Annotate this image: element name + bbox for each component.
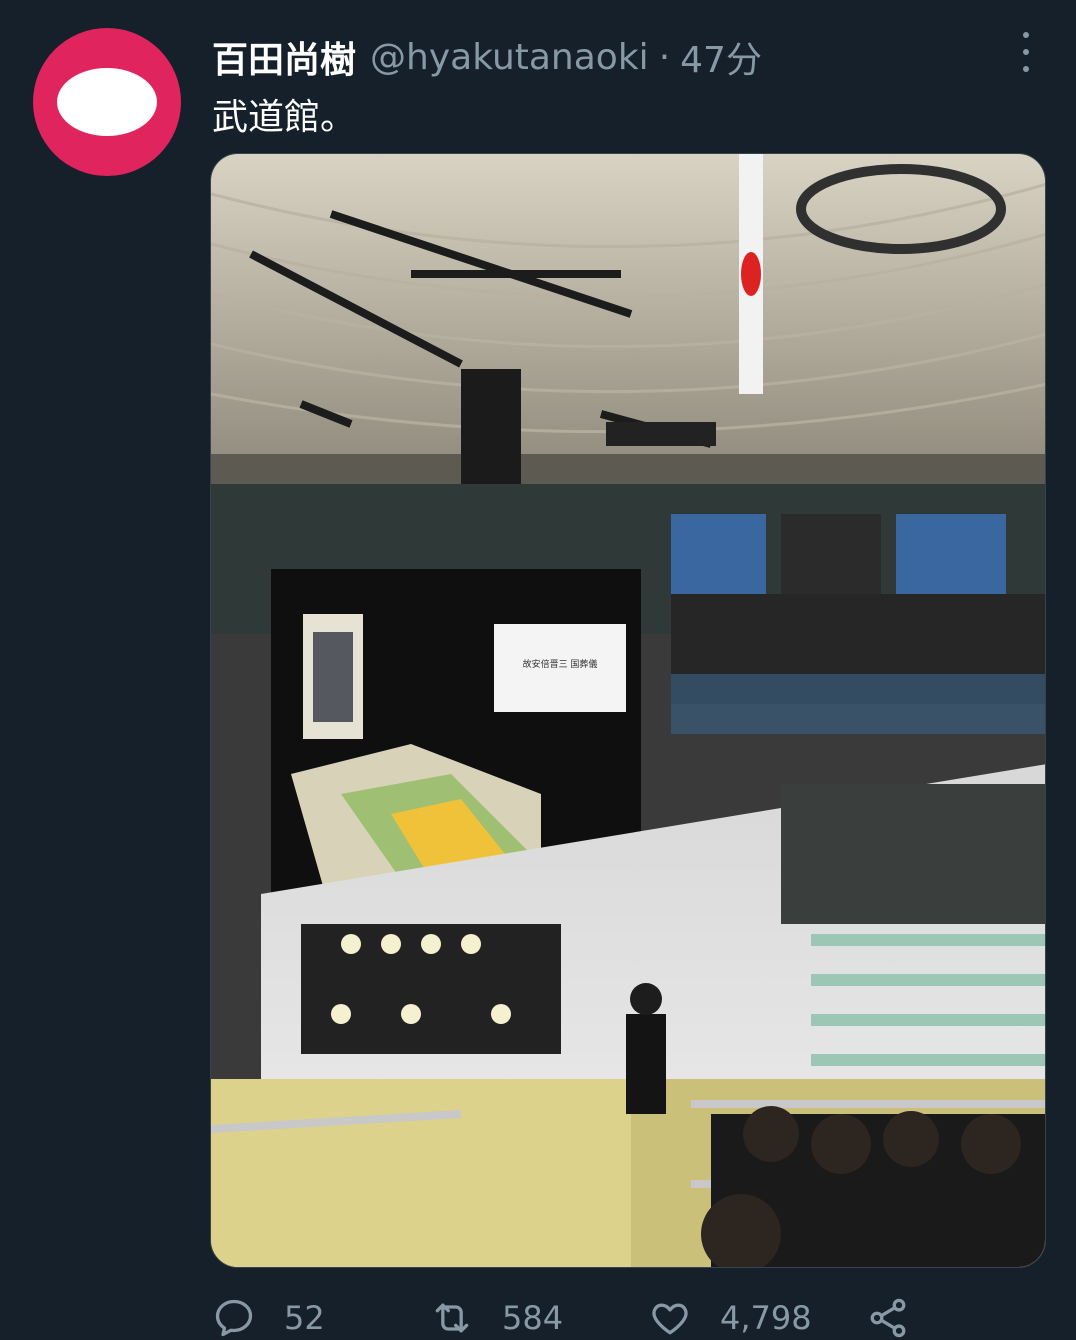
share-icon xyxy=(870,1298,906,1338)
tweet-header: 百田尚樹 @hyakutanaoki · 47分 xyxy=(212,30,762,84)
tweet-photo[interactable]: 故安倍晋三 国葬儀 xyxy=(210,153,1046,1268)
screen-title: 故安倍晋三 国葬儀 xyxy=(523,658,598,670)
share-button[interactable] xyxy=(866,1296,910,1340)
retweet-button[interactable]: 584 xyxy=(430,1296,648,1340)
avatar-image xyxy=(57,68,157,136)
retweet-icon xyxy=(435,1303,469,1333)
tweet[interactable]: 百田尚樹 @hyakutanaoki · 47分 武道館。 故安倍晋三 国葬儀 … xyxy=(0,0,1076,1340)
tweet-text: 武道館。 xyxy=(212,97,357,138)
author-handle[interactable]: @hyakutanaoki xyxy=(370,37,649,78)
tweet-actions: 52 584 4,798 xyxy=(212,1296,932,1340)
avatar[interactable] xyxy=(33,28,181,176)
like-count: 4,798 xyxy=(720,1299,812,1337)
like-button[interactable]: 4,798 xyxy=(648,1296,866,1340)
like-icon xyxy=(652,1303,688,1335)
retweet-count: 584 xyxy=(502,1299,564,1337)
author-name[interactable]: 百田尚樹 xyxy=(212,31,356,83)
separator-dot: · xyxy=(658,36,671,78)
timestamp[interactable]: 47分 xyxy=(680,31,762,83)
more-icon[interactable] xyxy=(1016,32,1036,72)
reply-icon xyxy=(215,1299,253,1337)
reply-count: 52 xyxy=(284,1299,325,1337)
reply-button[interactable]: 52 xyxy=(212,1296,430,1340)
